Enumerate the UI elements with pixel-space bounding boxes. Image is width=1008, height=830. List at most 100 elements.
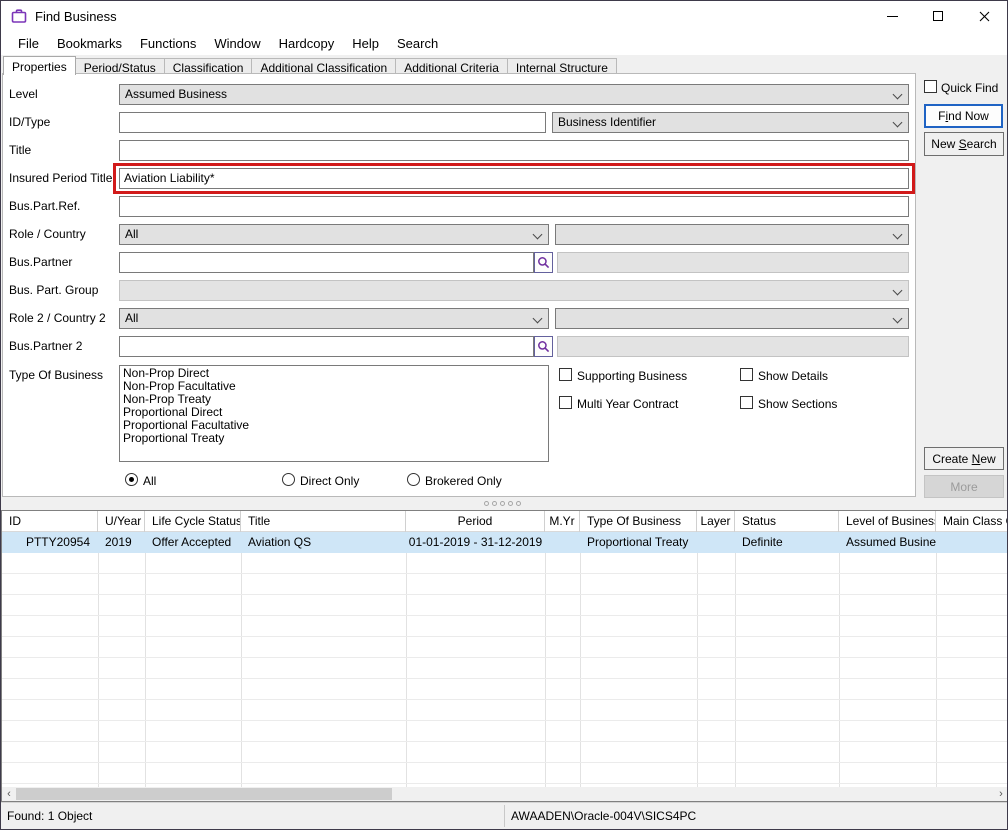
bus-partner-label: Bus.Partner <box>9 255 72 269</box>
bus-part-group-label: Bus. Part. Group <box>9 283 98 297</box>
tab-strip: Properties Period/Status Classification … <box>3 56 617 74</box>
grid-header: ID U/Year Life Cycle Status Title Period… <box>2 511 1008 532</box>
column-header-layer[interactable]: Layer <box>697 511 735 532</box>
table-row[interactable]: PTTY20954 2019 Offer Accepted Aviation Q… <box>2 532 1008 553</box>
menu-help[interactable]: Help <box>343 33 388 54</box>
column-header-myr[interactable]: M.Yr <box>545 511 580 532</box>
column-header-uyear[interactable]: U/Year <box>98 511 145 532</box>
menu-bar: File Bookmarks Functions Window Hardcopy… <box>1 31 1007 55</box>
chevron-down-icon <box>893 314 903 324</box>
chevron-down-icon <box>893 286 903 296</box>
minimize-icon[interactable] <box>869 1 915 31</box>
show-details-label: Show Details <box>758 369 828 383</box>
insured-period-title-label: Insured Period Title <box>9 171 112 185</box>
more-button: More <box>924 475 1004 498</box>
tab-additional-criteria[interactable]: Additional Criteria <box>396 58 508 74</box>
menu-search[interactable]: Search <box>388 33 447 54</box>
show-sections-checkbox[interactable] <box>740 396 753 409</box>
menu-bookmarks[interactable]: Bookmarks <box>48 33 131 54</box>
direct-only-radio[interactable] <box>282 473 295 486</box>
show-details-checkbox[interactable] <box>740 368 753 381</box>
title-bar: Find Business <box>1 1 1007 31</box>
column-header-main-class-of[interactable]: Main Class Of <box>936 511 1008 532</box>
multi-year-contract-checkbox[interactable] <box>559 396 572 409</box>
chevron-down-icon <box>893 118 903 128</box>
chevron-down-icon <box>533 230 543 240</box>
title-label: Title <box>9 143 31 157</box>
column-header-period[interactable]: Period <box>406 511 545 532</box>
splitter-grip[interactable] <box>484 501 521 506</box>
bus-part-ref-label: Bus.Part.Ref. <box>9 199 80 213</box>
type-of-business-listbox[interactable]: Non-Prop Direct Non-Prop Facultative Non… <box>119 365 549 462</box>
maximize-icon[interactable] <box>915 1 961 31</box>
menu-file[interactable]: File <box>9 33 48 54</box>
role2-country2-label: Role 2 / Country 2 <box>9 311 106 325</box>
id-type-label: ID/Type <box>9 115 50 129</box>
role-combobox[interactable]: All <box>119 224 549 245</box>
country-combobox[interactable] <box>555 224 909 245</box>
grid-body: PTTY20954 2019 Offer Accepted Aviation Q… <box>2 532 1008 787</box>
column-header-type-of-business[interactable]: Type Of Business <box>580 511 697 532</box>
brokered-only-radio[interactable] <box>407 473 420 486</box>
role2-combobox[interactable]: All <box>119 308 549 329</box>
bus-partner-input[interactable] <box>119 252 534 273</box>
bus-part-ref-input[interactable] <box>119 196 909 217</box>
menu-functions[interactable]: Functions <box>131 33 205 54</box>
all-radio-label: All <box>143 474 156 488</box>
tab-additional-classification[interactable]: Additional Classification <box>252 58 396 74</box>
quick-find-checkbox[interactable] <box>924 80 937 93</box>
chevron-down-icon <box>893 230 903 240</box>
results-grid: ID U/Year Life Cycle Status Title Period… <box>1 510 1008 802</box>
column-header-status[interactable]: Status <box>735 511 839 532</box>
bus-partner2-name-field <box>557 336 909 357</box>
title-input[interactable] <box>119 140 909 161</box>
bus-partner-name-field <box>557 252 909 273</box>
chevron-down-icon <box>533 314 543 324</box>
show-sections-label: Show Sections <box>758 397 837 411</box>
create-new-button[interactable]: Create New <box>924 447 1004 470</box>
level-combobox[interactable]: Assumed Business <box>119 84 909 105</box>
tab-internal-structure[interactable]: Internal Structure <box>508 58 617 74</box>
briefcase-icon <box>11 8 27 24</box>
supporting-business-checkbox[interactable] <box>559 368 572 381</box>
id-input[interactable] <box>119 112 546 133</box>
found-count: Found: 1 Object <box>7 809 92 823</box>
magnifier-icon <box>537 256 550 269</box>
menu-window[interactable]: Window <box>205 33 269 54</box>
listbox-option[interactable]: Proportional Treaty <box>120 432 548 445</box>
column-header-id[interactable]: ID <box>2 511 98 532</box>
scroll-right-icon[interactable]: › <box>994 787 1008 801</box>
column-header-level-of-business[interactable]: Level of Business <box>839 511 936 532</box>
bus-partner-search-button[interactable] <box>534 252 553 273</box>
close-icon[interactable] <box>961 1 1007 31</box>
scrollbar-thumb[interactable] <box>16 788 392 800</box>
magnifier-icon <box>537 340 550 353</box>
role-country-label: Role / Country <box>9 227 86 241</box>
scroll-left-icon[interactable]: ‹ <box>2 787 16 801</box>
bus-partner2-search-button[interactable] <box>534 336 553 357</box>
column-header-life-cycle-status[interactable]: Life Cycle Status <box>145 511 241 532</box>
type-of-business-label: Type Of Business <box>9 368 103 382</box>
country2-combobox[interactable] <box>555 308 909 329</box>
find-now-button[interactable]: Find Now <box>924 104 1003 128</box>
find-business-window: Find Business File Bookmarks Functions W… <box>0 0 1008 830</box>
insured-period-title-input[interactable]: Aviation Liability* <box>119 168 909 189</box>
bus-partner2-label: Bus.Partner 2 <box>9 339 82 353</box>
multi-year-contract-label: Multi Year Contract <box>577 397 678 411</box>
horizontal-scrollbar[interactable]: ‹ › <box>2 787 1008 801</box>
status-divider <box>504 805 505 827</box>
all-radio[interactable] <box>125 473 138 486</box>
menu-hardcopy[interactable]: Hardcopy <box>270 33 344 54</box>
id-type-combobox[interactable]: Business Identifier <box>552 112 909 133</box>
direct-only-radio-label: Direct Only <box>300 474 359 488</box>
bus-partner2-input[interactable] <box>119 336 534 357</box>
connection-info: AWAADEN\Oracle-004V\SICS4PC <box>511 809 696 823</box>
chevron-down-icon <box>893 90 903 100</box>
column-header-title[interactable]: Title <box>241 511 406 532</box>
new-search-button[interactable]: New Search <box>924 132 1004 156</box>
supporting-business-label: Supporting Business <box>577 369 687 383</box>
tab-properties[interactable]: Properties <box>3 56 76 75</box>
tab-classification[interactable]: Classification <box>165 58 253 74</box>
bus-part-group-combobox[interactable] <box>119 280 909 301</box>
tab-period-status[interactable]: Period/Status <box>76 58 165 74</box>
